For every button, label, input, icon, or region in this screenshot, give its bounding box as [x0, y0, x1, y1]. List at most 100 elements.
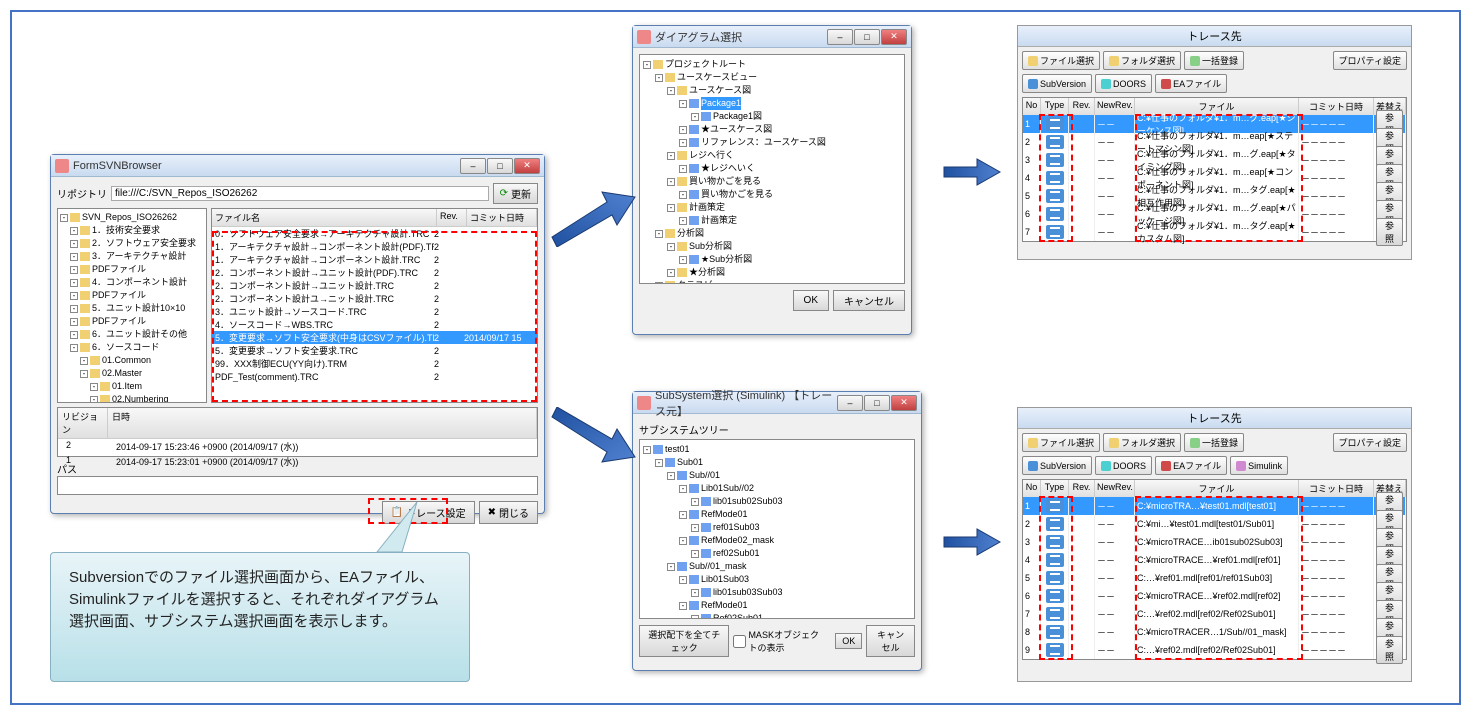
- tree-node[interactable]: -Lib01Sub03: [643, 573, 911, 586]
- close-button[interactable]: ✕: [514, 158, 540, 174]
- tree-node[interactable]: -6．ユニット設計その他: [60, 328, 204, 341]
- trace-row[interactable]: 8－－C:¥microTRACER…1/Sub//01_mask]－－－－－参照: [1023, 623, 1406, 641]
- tree-node[interactable]: -SVN_Repos_ISO26262: [60, 211, 204, 224]
- ok-button[interactable]: OK: [793, 290, 829, 311]
- tree-node[interactable]: -01.Common: [60, 354, 204, 367]
- col-newrev[interactable]: NewRev.: [1095, 98, 1135, 115]
- property-button[interactable]: プロパティ設定: [1333, 51, 1407, 70]
- svn-tree[interactable]: -SVN_Repos_ISO26262-1．技術安全要求-2．ソフトウェア安全要…: [57, 208, 207, 403]
- file-row[interactable]: 1．アーキテクチャ設計→コンポーネント設計(PDF).TRC2: [212, 240, 537, 253]
- tree-node[interactable]: -01.Item: [60, 380, 204, 393]
- folder-select-button[interactable]: フォルダ選択: [1103, 433, 1181, 452]
- diag-title-bar[interactable]: ダイアグラム選択 – □ ✕: [633, 26, 911, 48]
- tree-node[interactable]: -test01: [643, 443, 911, 456]
- col-no[interactable]: No: [1023, 98, 1041, 115]
- file-row[interactable]: 3．ユニット設計→ソースコード.TRC2: [212, 305, 537, 318]
- file-row[interactable]: 99．XXX制御ECU(YY向け).TRM2: [212, 357, 537, 370]
- tree-node[interactable]: -lib01sub03Sub03: [643, 586, 911, 599]
- tree-node[interactable]: -RefMode01: [643, 599, 911, 612]
- mask-checkbox[interactable]: MASKオブジェクトの表示: [733, 628, 827, 654]
- check-all-button[interactable]: 選択配下を全てチェック: [639, 625, 729, 657]
- folder-select-button[interactable]: フォルダ選択: [1103, 51, 1181, 70]
- trace-row[interactable]: 3－－C:¥microTRACE…ib01sub02Sub03]－－－－－参照: [1023, 533, 1406, 551]
- file-select-button[interactable]: ファイル選択: [1022, 433, 1100, 452]
- col-type[interactable]: Type: [1041, 98, 1069, 115]
- tree-node[interactable]: -★レジへいく: [643, 162, 901, 175]
- subsys-title-bar[interactable]: SubSystem選択 (Simulink) 【トレース元】 – □ ✕: [633, 392, 921, 414]
- tree-node[interactable]: -6．ソースコード: [60, 341, 204, 354]
- close-dialog-button[interactable]: ✖ 閉じる: [479, 501, 538, 524]
- tree-node[interactable]: -lib01sub02Sub03: [643, 495, 911, 508]
- doors-button[interactable]: DOORS: [1095, 456, 1152, 475]
- tree-node[interactable]: -Package1図: [643, 110, 901, 123]
- path-input[interactable]: [57, 476, 538, 495]
- col-no[interactable]: No: [1023, 480, 1041, 497]
- maximize-button[interactable]: □: [854, 29, 880, 45]
- tree-node[interactable]: -★分析図: [643, 266, 901, 279]
- repo-input[interactable]: [111, 186, 489, 201]
- tree-node[interactable]: -ref02Sub01: [643, 547, 911, 560]
- doors-button[interactable]: DOORS: [1095, 74, 1152, 93]
- maximize-button[interactable]: □: [487, 158, 513, 174]
- tree-node[interactable]: -ユースケース図: [643, 84, 901, 97]
- subversion-button[interactable]: SubVersion: [1022, 456, 1092, 475]
- tree-node[interactable]: -計画策定: [643, 214, 901, 227]
- tree-node[interactable]: -リファレンス：ユースケース図: [643, 136, 901, 149]
- file-row[interactable]: 5．変更要求→ソフト安全要求.TRC2: [212, 344, 537, 357]
- tree-node[interactable]: -Lib01Sub//02: [643, 482, 911, 495]
- tree-node[interactable]: -Sub分析図: [643, 240, 901, 253]
- maximize-button[interactable]: □: [864, 395, 890, 411]
- tree-node[interactable]: -★ユースケース図: [643, 123, 901, 136]
- file-row[interactable]: PDF_Test(comment).TRC2: [212, 370, 537, 383]
- tree-node[interactable]: -PDFファイル: [60, 315, 204, 328]
- tree-node[interactable]: -02.Numbering: [60, 393, 204, 403]
- col-commit[interactable]: コミット日時: [1299, 98, 1374, 115]
- simulink-button[interactable]: Simulink: [1230, 456, 1288, 475]
- tree-node[interactable]: -レジへ行く: [643, 149, 901, 162]
- tree-node[interactable]: -★Sub分析図: [643, 253, 901, 266]
- file-row[interactable]: 4．ソースコード→WBS.TRC2: [212, 318, 537, 331]
- file-row[interactable]: 2．コンポーネント設計→ユニット設計(PDF).TRC2: [212, 266, 537, 279]
- ea-file-button[interactable]: EAファイル: [1155, 456, 1227, 475]
- tree-node[interactable]: -5．ユニット設計10×10: [60, 302, 204, 315]
- diagram-tree[interactable]: -プロジェクトルート-ユースケースビュー-ユースケース図-Package1-Pa…: [639, 54, 905, 284]
- col-rev[interactable]: Rev.: [1069, 98, 1095, 115]
- trace-row[interactable]: 1－－C:¥microTRA…¥test01.mdl[test01]－－－－－参…: [1023, 497, 1406, 515]
- tree-node[interactable]: -Ref02Sub01: [643, 612, 911, 619]
- tree-node[interactable]: -1．技術安全要求: [60, 224, 204, 237]
- close-button[interactable]: ✕: [891, 395, 917, 411]
- col-file[interactable]: ファイル: [1135, 480, 1299, 497]
- file-row[interactable]: 5．変更要求→ソフト安全要求(中身はCSVファイル).TRC22014/09/1…: [212, 331, 537, 344]
- col-filename[interactable]: ファイル名: [212, 209, 437, 226]
- file-select-button[interactable]: ファイル選択: [1022, 51, 1100, 70]
- ea-file-button[interactable]: EAファイル: [1155, 74, 1227, 93]
- trace-row[interactable]: 4－－C:¥microTRACE…¥ref01.mdl[ref01]－－－－－参…: [1023, 551, 1406, 569]
- trace-row[interactable]: 5－－C:…¥ref01.mdl[ref01/ref01Sub03]－－－－－参…: [1023, 569, 1406, 587]
- swap-button[interactable]: 参照: [1376, 218, 1403, 246]
- file-row[interactable]: 2．コンポーネント設計ユ→ニット設計.TRC2: [212, 292, 537, 305]
- trace-row[interactable]: 7－－C:¥仕事のフォルダ¥1．m…タグ.eap[★カスタム図]－－－－－参照: [1023, 223, 1406, 241]
- tree-node[interactable]: -ref01Sub03: [643, 521, 911, 534]
- trace-row[interactable]: 2－－C:¥mi…¥test01.mdl[test01/Sub01]－－－－－参…: [1023, 515, 1406, 533]
- subversion-button[interactable]: SubVersion: [1022, 74, 1092, 93]
- minimize-button[interactable]: –: [460, 158, 486, 174]
- col-rev[interactable]: Rev.: [1069, 480, 1095, 497]
- update-button[interactable]: ⟳更新: [493, 183, 538, 204]
- cancel-button[interactable]: キャンセル: [833, 290, 905, 311]
- trace-grid[interactable]: No Type Rev. NewRev. ファイル コミット日時 差替え 1－－…: [1022, 479, 1407, 660]
- tree-node[interactable]: -Sub//01_mask: [643, 560, 911, 573]
- tree-node[interactable]: -Sub//01: [643, 469, 911, 482]
- ok-button[interactable]: OK: [835, 633, 862, 649]
- batch-register-button[interactable]: 一括登録: [1184, 433, 1244, 452]
- tree-node[interactable]: -PDFファイル: [60, 263, 204, 276]
- property-button[interactable]: プロパティ設定: [1333, 433, 1407, 452]
- svn-file-list[interactable]: ファイル名 Rev. コミット日時 0．ソフトウェア安全要求→アーキテクチャ設計…: [211, 208, 538, 403]
- trace-row[interactable]: 6－－C:¥microTRACE…¥ref02.mdl[ref02]－－－－－参…: [1023, 587, 1406, 605]
- tree-node[interactable]: -2．ソフトウェア安全要求: [60, 237, 204, 250]
- trace-row[interactable]: 7－－C:…¥ref02.mdl[ref02/Ref02Sub01]－－－－－参…: [1023, 605, 1406, 623]
- col-rev[interactable]: Rev.: [437, 209, 467, 226]
- col-date[interactable]: コミット日時: [467, 209, 537, 226]
- tree-node[interactable]: -分析図: [643, 227, 901, 240]
- file-row[interactable]: 2．コンポーネント設計→ユニット設計.TRC2: [212, 279, 537, 292]
- close-button[interactable]: ✕: [881, 29, 907, 45]
